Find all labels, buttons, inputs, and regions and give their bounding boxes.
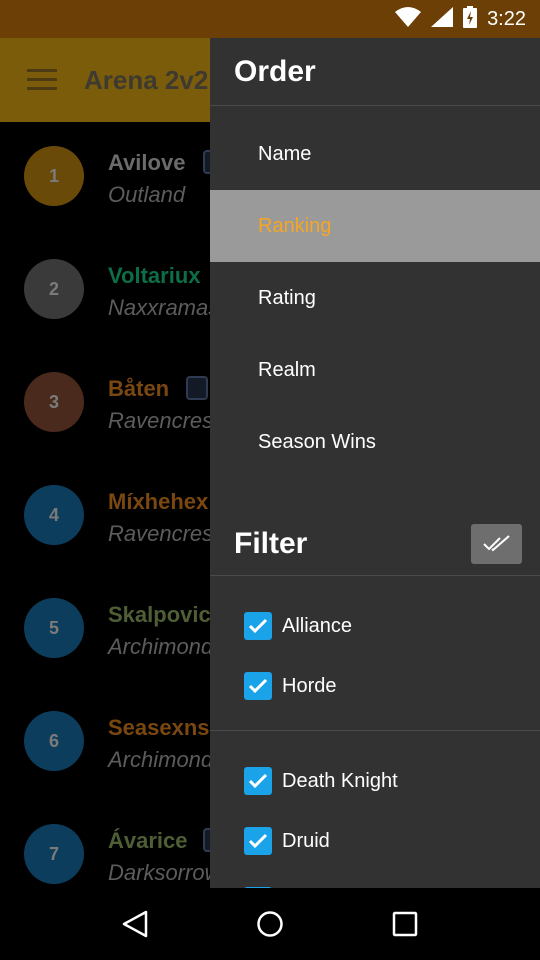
order-option-label: Ranking xyxy=(258,214,332,237)
player-realm: Archimonde xyxy=(108,747,226,772)
status-bar: 3:22 xyxy=(0,0,540,38)
back-button[interactable] xyxy=(105,894,165,954)
player-name: Ávarice xyxy=(108,828,188,853)
wifi-icon xyxy=(395,6,422,32)
order-option-name[interactable]: Name xyxy=(210,118,540,190)
player-name: Míxhehex xyxy=(108,489,209,514)
checkbox-checked-icon[interactable] xyxy=(244,767,272,795)
player-realm: Ravencrest xyxy=(108,408,220,433)
player-name: Skalpovic xyxy=(108,602,211,627)
filter-label: Death Knight xyxy=(282,769,398,792)
checkbox-checked-icon[interactable] xyxy=(244,672,272,700)
checkbox-checked-icon[interactable] xyxy=(244,612,272,640)
class-filter-group: Death Knight Druid xyxy=(210,731,540,888)
player-name: Avilove xyxy=(108,150,186,175)
order-options: Name Ranking Rating Realm Season Wins xyxy=(210,106,540,478)
order-option-season-wins[interactable]: Season Wins xyxy=(210,406,540,478)
filter-death-knight[interactable]: Death Knight xyxy=(210,751,540,811)
faction-icon xyxy=(186,376,208,400)
rank-badge: 4 xyxy=(24,485,84,545)
order-option-realm[interactable]: Realm xyxy=(210,334,540,406)
filter-alliance[interactable]: Alliance xyxy=(210,596,540,656)
select-all-button[interactable] xyxy=(471,523,522,564)
player-realm: Darksorrow xyxy=(108,860,221,885)
rank-badge: 1 xyxy=(24,146,84,206)
filter-label: Alliance xyxy=(282,614,353,637)
cell-signal-icon xyxy=(431,6,454,32)
rank-badge: 3 xyxy=(24,372,84,432)
filter-horde[interactable]: Horde xyxy=(210,656,540,716)
order-title: Order xyxy=(234,54,316,88)
checkbox-checked-icon[interactable] xyxy=(244,827,272,855)
filter-partial-row[interactable] xyxy=(210,871,540,888)
order-option-ranking[interactable]: Ranking xyxy=(210,190,540,262)
recents-button[interactable] xyxy=(375,894,435,954)
player-realm: Outland xyxy=(108,182,186,207)
rank-badge: 2 xyxy=(24,259,84,319)
player-name: Seasexns xyxy=(108,715,210,740)
battery-charging-icon xyxy=(463,5,478,33)
rank-badge: 7 xyxy=(24,824,84,884)
order-option-rating[interactable]: Rating xyxy=(210,262,540,334)
order-option-label: Realm xyxy=(258,358,316,381)
system-nav-bar xyxy=(0,888,540,960)
order-option-label: Name xyxy=(258,142,312,165)
filter-label: Horde xyxy=(282,674,337,697)
home-button[interactable] xyxy=(240,894,300,954)
filter-header: Filter xyxy=(210,512,540,576)
player-name: Båten xyxy=(108,376,170,401)
filter-label: Druid xyxy=(282,829,330,852)
double-check-icon xyxy=(482,534,510,551)
player-name: Voltariux xyxy=(108,263,201,288)
back-triangle-icon xyxy=(123,910,148,938)
clock-time: 3:22 xyxy=(487,7,526,30)
filter-title: Filter xyxy=(234,526,308,560)
rank-badge: 6 xyxy=(24,711,84,771)
player-realm: Naxxramas xyxy=(108,295,220,320)
order-filter-drawer: Order Name Ranking Rating Realm Season W… xyxy=(210,38,540,888)
faction-filter-group: Alliance Horde xyxy=(210,576,540,731)
player-realm: Archimonde xyxy=(108,634,226,659)
hamburger-menu-icon[interactable] xyxy=(0,38,84,122)
order-option-label: Rating xyxy=(258,286,316,309)
recents-square-icon xyxy=(392,911,417,937)
order-option-label: Season Wins xyxy=(258,430,376,453)
page-title: Arena 2v2 xyxy=(84,64,209,95)
rank-badge: 5 xyxy=(24,598,84,658)
filter-druid[interactable]: Druid xyxy=(210,811,540,871)
home-circle-icon xyxy=(257,911,283,937)
player-realm: Ravencrest xyxy=(108,521,220,546)
order-header: Order xyxy=(210,38,540,106)
